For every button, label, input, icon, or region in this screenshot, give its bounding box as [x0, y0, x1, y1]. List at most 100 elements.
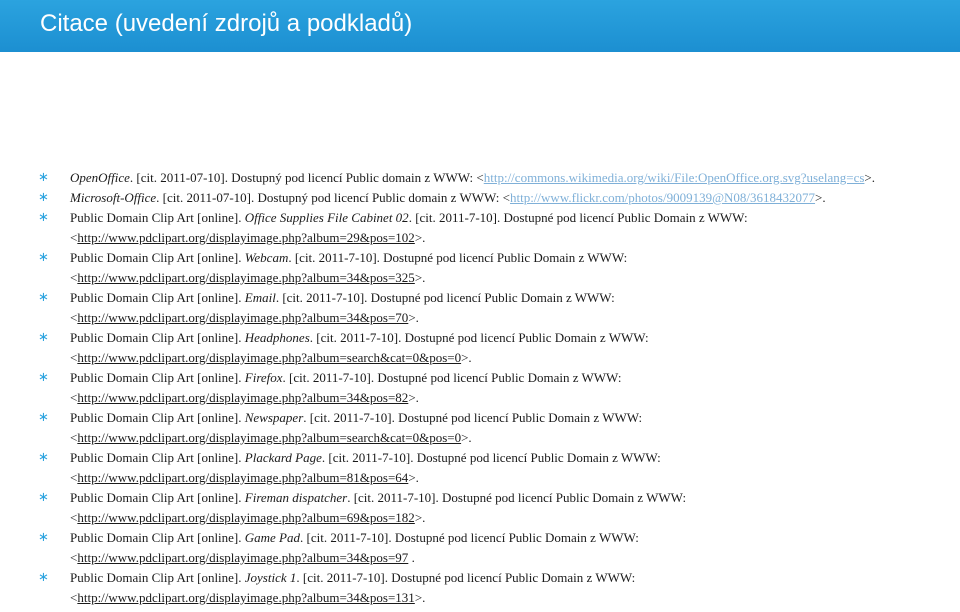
asterisk-bullet-icon: ∗ [38, 210, 49, 225]
title-band: Citace (uvedení zdrojů a podkladů) [0, 0, 960, 52]
reference-line: <http://www.pdclipart.org/displayimage.p… [70, 230, 426, 245]
asterisk-bullet-icon: ∗ [38, 490, 49, 505]
reference-link[interactable]: http://www.pdclipart.org/displayimage.ph… [77, 310, 408, 325]
reference-suffix: >. [864, 170, 875, 185]
reference-line: Public Domain Clip Art [online]. Newspap… [70, 408, 938, 428]
reference-prefix: Public Domain Clip Art [online]. [70, 210, 245, 225]
reference-text: . [cit. 2011-7-10]. Dostupné pod licencí… [321, 450, 661, 465]
reference-link[interactable]: http://www.pdclipart.org/displayimage.ph… [77, 590, 414, 605]
reference-list: ∗ OpenOffice. [cit. 2011-07-10]. Dostupn… [38, 168, 938, 608]
reference-item: ∗ Public Domain Clip Art [online]. Plack… [38, 448, 938, 488]
reference-line: OpenOffice. [cit. 2011-07-10]. Dostupný … [70, 168, 938, 188]
reference-text: . [cit. 2011-7-10]. Dostupné pod licencí… [408, 210, 748, 225]
reference-line: Public Domain Clip Art [online]. Game Pa… [70, 528, 938, 548]
reference-work: Newspaper [244, 410, 304, 425]
reference-link[interactable]: http://www.pdclipart.org/displayimage.ph… [77, 350, 461, 365]
asterisk-bullet-icon: ∗ [38, 190, 49, 205]
reference-link[interactable]: http://www.pdclipart.org/displayimage.ph… [77, 270, 414, 285]
reference-work: Fireman dispatcher [244, 490, 348, 505]
reference-text: . [cit. 2011-7-10]. Dostupné pod licencí… [275, 290, 615, 305]
reference-item: ∗ Public Domain Clip Art [online]. Firem… [38, 488, 938, 528]
asterisk-bullet-icon: ∗ [38, 290, 49, 305]
reference-line: <http://www.pdclipart.org/displayimage.p… [70, 270, 426, 285]
reference-prefix: Public Domain Clip Art [online]. [70, 250, 245, 265]
reference-item: ∗ Public Domain Clip Art [online]. Game … [38, 528, 938, 568]
reference-suffix: >. [461, 350, 472, 365]
reference-suffix: >. [414, 230, 426, 245]
reference-prefix: Public Domain Clip Art [online]. [70, 370, 245, 385]
reference-work: Headphones [244, 330, 310, 345]
reference-line: Public Domain Clip Art [online]. Webcam.… [70, 248, 938, 268]
reference-work: Email [244, 290, 276, 305]
reference-line: Public Domain Clip Art [online]. Fireman… [70, 488, 938, 508]
reference-work: Joystick 1 [244, 570, 297, 585]
reference-text: . [cit. 2011-07-10]. Dostupný pod licenc… [156, 190, 510, 205]
reference-line: Public Domain Clip Art [online]. Email. … [70, 288, 938, 308]
reference-link[interactable]: http://commons.wikimedia.org/wiki/File:O… [484, 170, 865, 185]
reference-line: Public Domain Clip Art [online]. Plackar… [70, 448, 938, 468]
reference-line: <http://www.pdclipart.org/displayimage.p… [70, 510, 426, 525]
asterisk-bullet-icon: ∗ [38, 330, 49, 345]
reference-link[interactable]: http://www.pdclipart.org/displayimage.ph… [77, 230, 414, 245]
reference-prefix: Public Domain Clip Art [online]. [70, 490, 245, 505]
asterisk-bullet-icon: ∗ [38, 450, 49, 465]
reference-prefix: Public Domain Clip Art [online]. [70, 450, 245, 465]
reference-item: ∗ Public Domain Clip Art [online]. Webca… [38, 248, 938, 288]
reference-text: . [cit. 2011-7-10]. Dostupné pod licencí… [347, 490, 687, 505]
reference-prefix: Public Domain Clip Art [online]. [70, 530, 245, 545]
reference-suffix: >. [815, 190, 826, 205]
reference-prefix: Public Domain Clip Art [online]. [70, 290, 245, 305]
reference-line: Public Domain Clip Art [online]. Firefox… [70, 368, 938, 388]
reference-item: ∗ Public Domain Clip Art [online]. Offic… [38, 208, 938, 248]
page-title: Citace (uvedení zdrojů a podkladů) [40, 10, 413, 37]
asterisk-bullet-icon: ∗ [38, 170, 49, 185]
asterisk-bullet-icon: ∗ [38, 370, 49, 385]
reference-prefix: Public Domain Clip Art [online]. [70, 570, 245, 585]
asterisk-bullet-icon: ∗ [38, 250, 49, 265]
reference-item: ∗ Microsoft-Office. [cit. 2011-07-10]. D… [38, 188, 938, 208]
reference-work: Firefox [244, 370, 283, 385]
reference-item: ∗ Public Domain Clip Art [online]. Joyst… [38, 568, 938, 608]
reference-text: . [cit. 2011-7-10]. Dostupné pod licencí… [288, 250, 628, 265]
reference-suffix: >. [414, 510, 426, 525]
reference-work: Game Pad [244, 530, 301, 545]
reference-work: Plackard Page [244, 450, 322, 465]
reference-link[interactable]: http://www.pdclipart.org/displayimage.ph… [77, 550, 408, 565]
reference-text: . [cit. 2011-7-10]. Dostupné pod licencí… [296, 570, 636, 585]
reference-text: . [cit. 2011-7-10]. Dostupné pod licencí… [309, 330, 649, 345]
reference-item: ∗ Public Domain Clip Art [online]. Newsp… [38, 408, 938, 448]
reference-link[interactable]: http://www.pdclipart.org/displayimage.ph… [77, 510, 414, 525]
reference-line: <http://www.pdclipart.org/displayimage.p… [70, 350, 472, 365]
reference-suffix: >. [461, 430, 472, 445]
reference-link[interactable]: http://www.pdclipart.org/displayimage.ph… [77, 390, 408, 405]
asterisk-bullet-icon: ∗ [38, 410, 49, 425]
reference-suffix: >. [408, 390, 419, 405]
reference-line: Public Domain Clip Art [online]. Headpho… [70, 328, 938, 348]
reference-link[interactable]: http://www.pdclipart.org/displayimage.ph… [77, 430, 461, 445]
reference-line: <http://www.pdclipart.org/displayimage.p… [70, 590, 426, 605]
reference-item: ∗ Public Domain Clip Art [online]. Headp… [38, 328, 938, 368]
reference-item: ∗ OpenOffice. [cit. 2011-07-10]. Dostupn… [38, 168, 938, 188]
reference-line: <http://www.pdclipart.org/displayimage.p… [70, 390, 419, 405]
reference-suffix: >. [414, 270, 426, 285]
asterisk-bullet-icon: ∗ [38, 530, 49, 545]
reference-text: . [cit. 2011-07-10]. Dostupný pod licenc… [129, 170, 484, 185]
reference-work: OpenOffice [70, 170, 130, 185]
reference-line: <http://www.pdclipart.org/displayimage.p… [70, 430, 472, 445]
reference-line: Public Domain Clip Art [online]. Office … [70, 208, 938, 228]
reference-link[interactable]: http://www.pdclipart.org/displayimage.ph… [77, 470, 408, 485]
reference-text: . [cit. 2011-7-10]. Dostupné pod licencí… [300, 530, 639, 545]
reference-item: ∗ Public Domain Clip Art [online]. Email… [38, 288, 938, 328]
reference-prefix: Public Domain Clip Art [online]. [70, 330, 245, 345]
reference-link[interactable]: http://www.flickr.com/photos/9009139@N08… [510, 190, 815, 205]
reference-suffix: . [408, 550, 415, 565]
reference-work: Webcam [244, 250, 289, 265]
reference-prefix: Public Domain Clip Art [online]. [70, 410, 245, 425]
reference-line: Public Domain Clip Art [online]. Joystic… [70, 568, 938, 588]
reference-suffix: >. [414, 590, 426, 605]
reference-item: ∗ Public Domain Clip Art [online]. Firef… [38, 368, 938, 408]
reference-line: <http://www.pdclipart.org/displayimage.p… [70, 470, 419, 485]
reference-line: <http://www.pdclipart.org/displayimage.p… [70, 310, 419, 325]
reference-text: . [cit. 2011-7-10]. Dostupné pod licencí… [303, 410, 643, 425]
reference-line: <http://www.pdclipart.org/displayimage.p… [70, 550, 415, 565]
